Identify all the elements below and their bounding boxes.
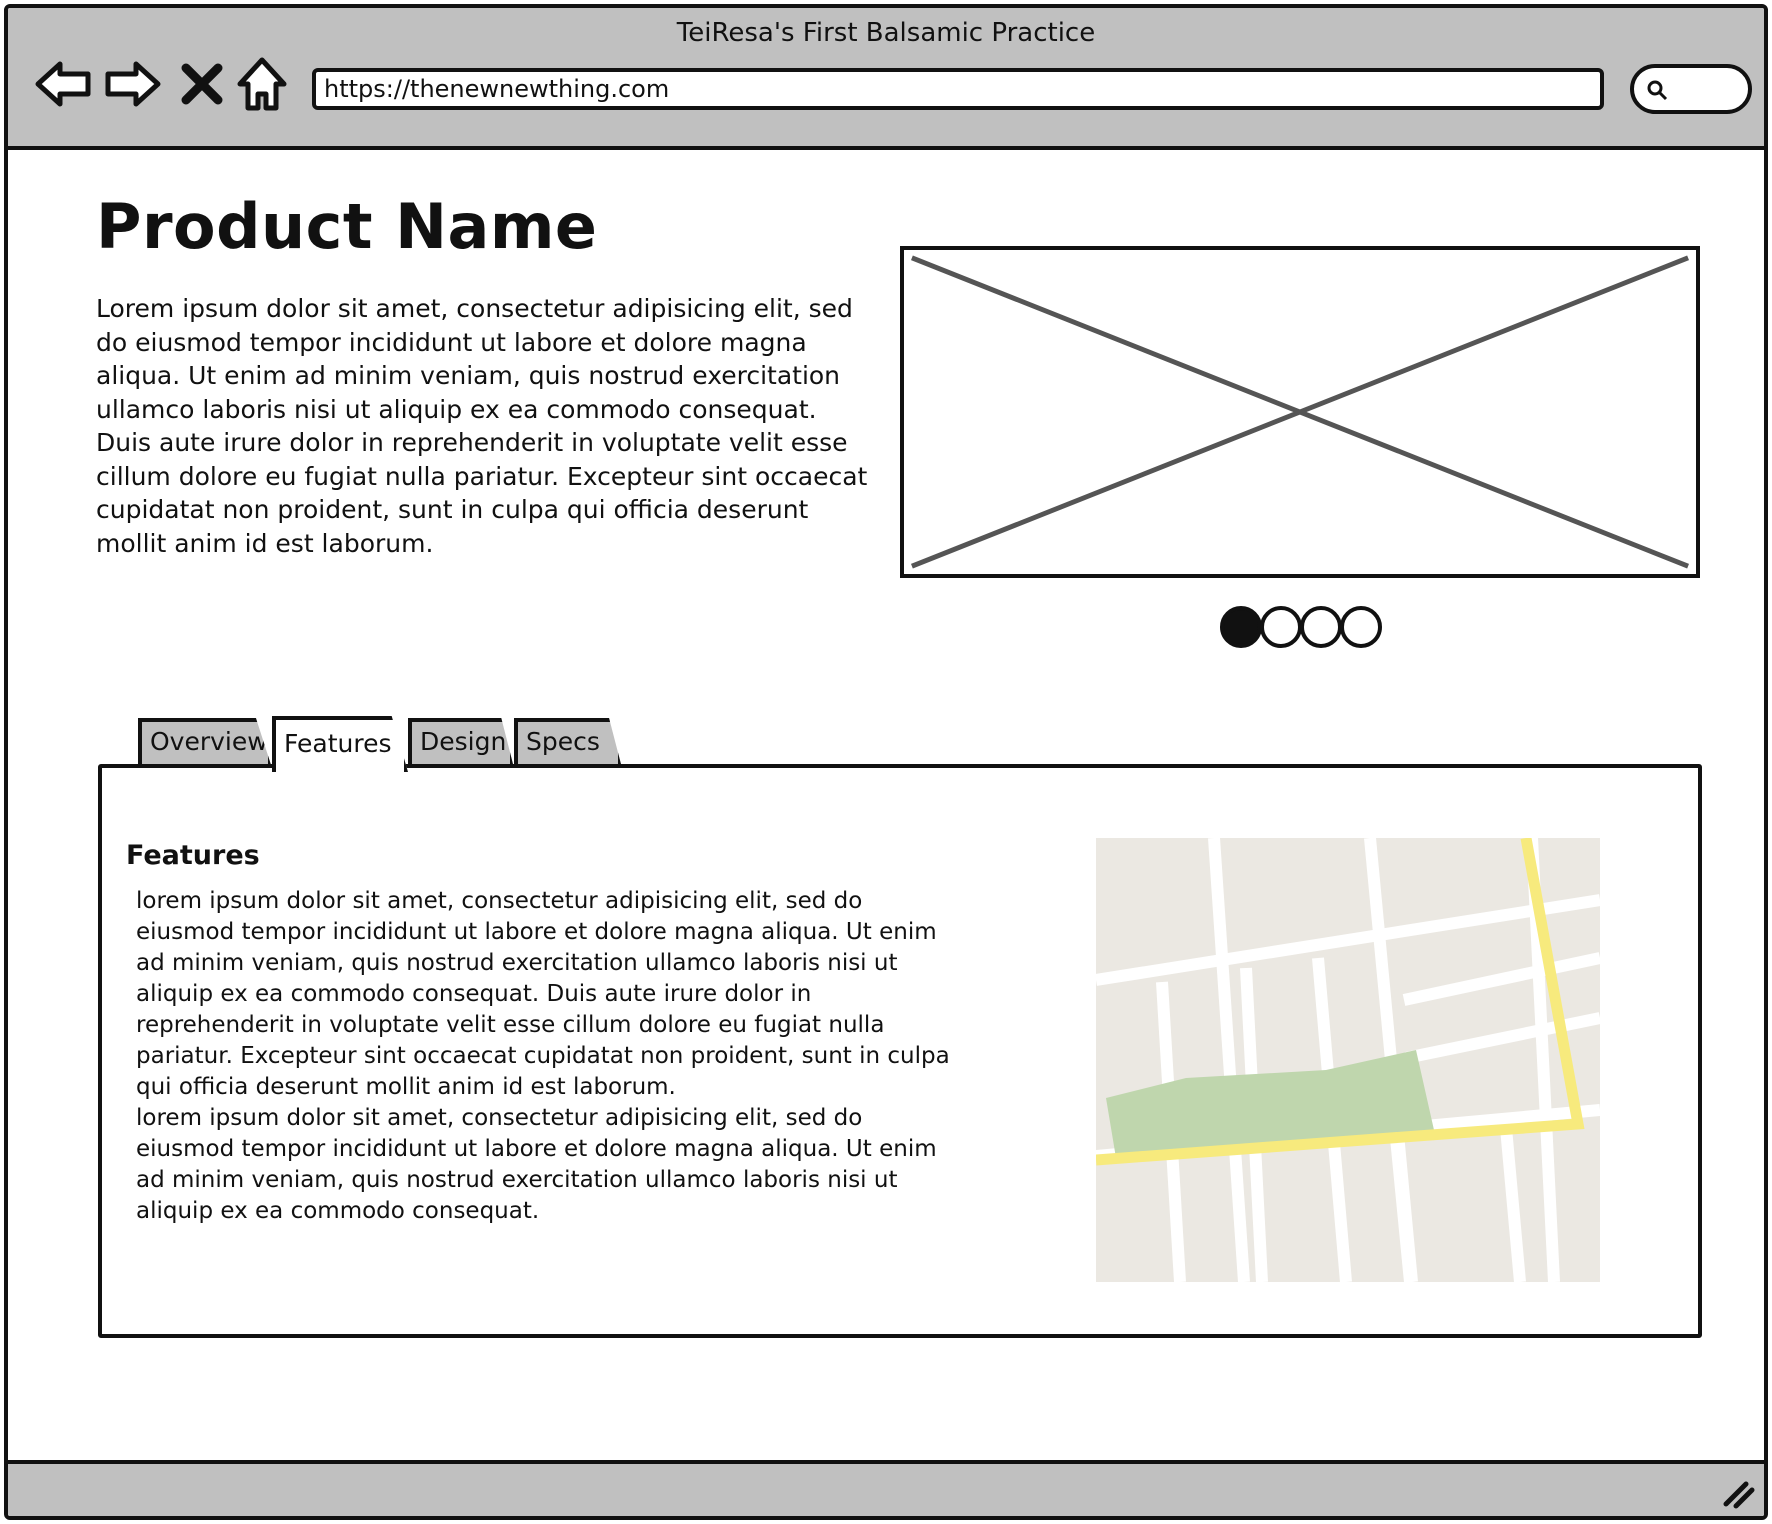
back-arrow-icon[interactable] [32, 52, 96, 116]
panel-paragraph-2: lorem ipsum dolor sit amet, consectetur … [136, 1105, 937, 1224]
browser-window: TeiResa's First Balsamic Practice https:… [4, 4, 1768, 1520]
search-field[interactable] [1630, 64, 1752, 114]
map[interactable] [1096, 838, 1600, 1282]
page-title: Product Name [96, 190, 598, 263]
carousel-dot-2[interactable] [1260, 606, 1302, 648]
product-description: Lorem ipsum dolor sit amet, consectetur … [96, 294, 868, 558]
browser-chrome: TeiResa's First Balsamic Practice https:… [8, 8, 1764, 150]
resize-grip-icon[interactable] [1720, 1474, 1756, 1510]
tab-overview[interactable]: Overview [138, 718, 272, 768]
carousel-dot-4[interactable] [1340, 606, 1382, 648]
tab-design[interactable]: Design [408, 718, 514, 768]
tab-features[interactable]: Features [272, 716, 408, 772]
carousel-dot-1[interactable] [1220, 606, 1262, 648]
search-icon [1647, 80, 1668, 101]
map-graphic [1096, 838, 1600, 1282]
panel-heading: Features [126, 840, 260, 871]
tab-specs[interactable]: Specs [514, 718, 622, 768]
image-placeholder [900, 246, 1700, 578]
url-input[interactable]: https://thenewnewthing.com [312, 68, 1604, 110]
status-bar [8, 1460, 1764, 1516]
tab-panel: Features lorem ipsum dolor sit amet, con… [98, 764, 1702, 1338]
home-icon[interactable] [236, 52, 288, 116]
carousel-dot-3[interactable] [1300, 606, 1342, 648]
panel-body: lorem ipsum dolor sit amet, consectetur … [136, 886, 956, 1227]
close-icon[interactable] [178, 52, 226, 116]
panel-paragraph-1: lorem ipsum dolor sit amet, consectetur … [136, 888, 950, 1100]
carousel-indicators [1220, 606, 1390, 650]
forward-arrow-icon[interactable] [100, 52, 164, 116]
window-title: TeiResa's First Balsamic Practice [676, 18, 1096, 48]
tab-bar: Overview Features Design Specs [138, 714, 698, 772]
page-content: Product Name Lorem ipsum dolor sit amet,… [8, 154, 1764, 1464]
